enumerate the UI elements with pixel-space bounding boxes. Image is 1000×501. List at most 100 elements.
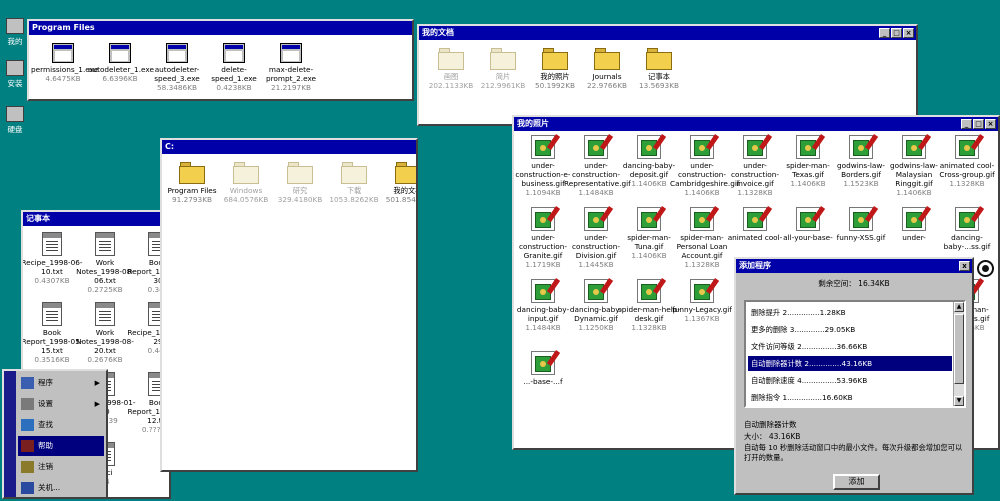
start-menu-item[interactable]: 查找 xyxy=(18,415,104,435)
start-menu-banner xyxy=(4,371,16,497)
gif-file-icon xyxy=(902,134,932,159)
desktop-icon-label: 硬盘 xyxy=(7,125,23,134)
folder-item[interactable]: 我的文档501.8545KB xyxy=(376,162,416,204)
gif-icon-face xyxy=(752,217,758,223)
close-button[interactable]: × xyxy=(985,119,996,129)
free-space-readout: 剩余空间： 16.34KB xyxy=(736,278,972,289)
start-menu-item[interactable]: 注销 xyxy=(18,457,104,477)
folder-body xyxy=(490,52,516,70)
desktop-icon-label: 我的 xyxy=(7,37,23,46)
github-icon[interactable] xyxy=(977,260,994,277)
corner-close-icon[interactable]: x xyxy=(983,249,988,259)
gif-file-icon xyxy=(584,278,614,303)
window-title: 我的文档 xyxy=(422,28,454,37)
desktop-icon-hard-disk[interactable]: 硬盘 xyxy=(0,106,30,135)
desktop-icon-label: 安装 xyxy=(7,79,23,88)
gif-icon-pin xyxy=(652,206,667,222)
item-size: 1.1484KB xyxy=(578,188,614,197)
start-menu[interactable]: 程序 ▶ 设置 ▶ 查找帮助注销 关机... xyxy=(2,369,108,499)
maximize-button[interactable]: □ xyxy=(973,119,984,129)
start-menu-item-label: 帮助 xyxy=(38,441,53,450)
gif-file-icon xyxy=(531,278,561,303)
add-button[interactable]: 添加 xyxy=(833,474,880,490)
gif-icon-pin xyxy=(546,206,561,222)
upgrade-listbox[interactable]: ▲ ▼ 删除提升 2..............1.28KB 更多的删除 3...… xyxy=(744,300,966,408)
upgrade-list-item[interactable]: 文件访问等级 2...............36.66KB xyxy=(748,339,952,354)
start-menu-item[interactable]: 关机... xyxy=(18,478,104,498)
exe-file-icon xyxy=(280,43,302,63)
c-drive-window[interactable]: C: Program Files 91.2793KB Windows 684.0576… xyxy=(160,138,418,472)
window-title: 我的照片 xyxy=(517,119,549,128)
gif-icon-pin xyxy=(917,206,932,222)
file-item[interactable]: autodeleter_1.exe 6.6396KB xyxy=(88,43,154,83)
item-label: permissions_1.exe xyxy=(31,65,99,74)
upgrade-list-item[interactable]: 删除指令 1...............16.60KB xyxy=(748,390,952,405)
gif-icon-pin xyxy=(546,134,561,150)
gif-icon-face xyxy=(540,289,546,295)
title-bar[interactable]: 记事本 xyxy=(23,212,169,226)
title-bar[interactable]: 添加程序 x xyxy=(736,259,972,273)
gif-icon-pin xyxy=(811,206,826,222)
gif-icon-face xyxy=(858,217,864,223)
submenu-arrow-icon: ▶ xyxy=(94,400,100,408)
title-bar[interactable]: Program Files xyxy=(29,21,412,35)
gif-icon-pin xyxy=(864,206,879,222)
minimize-button[interactable]: _ xyxy=(961,119,972,129)
desktop-icon-my-computer[interactable]: 我的 xyxy=(0,18,30,47)
gif-file-icon xyxy=(584,134,614,159)
add-program-dialog[interactable]: 添加程序 x 剩余空间： 16.34KB ▲ ▼ 删除提升 2.........… xyxy=(734,257,974,495)
scroll-thumb[interactable] xyxy=(954,314,964,384)
gif-file-icon xyxy=(743,206,773,231)
folder-body xyxy=(179,166,205,184)
gif-file-icon xyxy=(796,206,826,231)
file-item[interactable]: delete-speed_1.exe 0.4238KB xyxy=(202,43,266,92)
minimize-button[interactable]: _ xyxy=(879,28,890,38)
gif-icon-pin xyxy=(546,350,561,366)
upgrade-list-item[interactable]: 自动删除器计数 2..............43.16KB xyxy=(748,356,952,371)
close-button[interactable]: × xyxy=(903,28,914,38)
gif-file-icon xyxy=(849,206,879,231)
my-computer-icon xyxy=(6,18,24,34)
start-menu-item[interactable]: 设置 ▶ xyxy=(18,394,104,414)
upgrade-list-item[interactable]: 自动删除速度 4...............53.96KB xyxy=(748,373,952,388)
folder-icon xyxy=(646,48,672,70)
title-bar[interactable]: 我的文档 _ □ × xyxy=(419,26,916,40)
title-bar[interactable]: 我的照片 _ □ × xyxy=(514,117,998,131)
desktop-icon-install[interactable]: 安装 xyxy=(0,60,30,89)
gif-icon-pin xyxy=(652,278,667,294)
gif-file-icon xyxy=(796,134,826,159)
gif-icon-pin xyxy=(705,278,720,294)
file-item[interactable]: autodeleter-speed_3.exe 58.3486KB xyxy=(145,43,209,92)
listbox-scrollbar[interactable]: ▲ ▼ xyxy=(953,302,964,406)
logoff-icon xyxy=(21,461,34,473)
start-menu-item[interactable]: 帮助 xyxy=(18,436,104,456)
file-item[interactable]: permissions_1.exe 4.6475KB xyxy=(31,43,99,83)
item-label: max-delete-prompt_2.exe xyxy=(265,65,317,83)
window-content: Program Files 91.2793KB Windows 684.0576KB 研… xyxy=(162,154,416,470)
free-space-value: 16.34KB xyxy=(858,279,890,288)
start-menu-item[interactable]: 程序 ▶ xyxy=(18,373,104,393)
upgrade-list-item[interactable]: 更多的删除 3.............29.05KB xyxy=(748,322,952,337)
submenu-arrow-icon: ▶ xyxy=(94,379,100,387)
item-label: 我的文档 xyxy=(393,186,416,195)
item-size: 1.1406KB xyxy=(896,188,932,197)
title-bar[interactable]: C: xyxy=(162,140,416,154)
gif-file-icon xyxy=(690,134,720,159)
detail-size-value: 43.16KB xyxy=(768,432,801,441)
file-item[interactable]: dancing-baby-...ss.gif xyxy=(935,206,998,251)
my-documents-window[interactable]: 我的文档 _ □ × 画图 202.1133KB 简片 212.9961KB 我的照片 5… xyxy=(417,24,918,126)
maximize-button[interactable]: □ xyxy=(891,28,902,38)
upgrade-list-item[interactable]: 删除提升 2..............1.28KB xyxy=(748,305,952,320)
scroll-up-button[interactable]: ▲ xyxy=(954,302,964,312)
text-file-icon xyxy=(95,232,115,256)
text-file-icon xyxy=(42,302,62,326)
file-item[interactable]: ...-base-...f xyxy=(514,350,575,386)
program-files-window[interactable]: Program Files permissions_1.exe 4.6475KB a… xyxy=(27,19,414,101)
folder-icon xyxy=(341,162,367,184)
gif-file-icon xyxy=(955,206,985,231)
file-item[interactable]: max-delete-prompt_2.exe 21.2197KB xyxy=(259,43,323,92)
file-item[interactable]: animated cool-Cross-group.gif 1.1328KB xyxy=(935,134,998,188)
close-button[interactable]: x xyxy=(959,261,970,271)
folder-item[interactable]: 记事本 13.5693KB xyxy=(627,48,691,90)
scroll-down-button[interactable]: ▼ xyxy=(954,396,964,406)
